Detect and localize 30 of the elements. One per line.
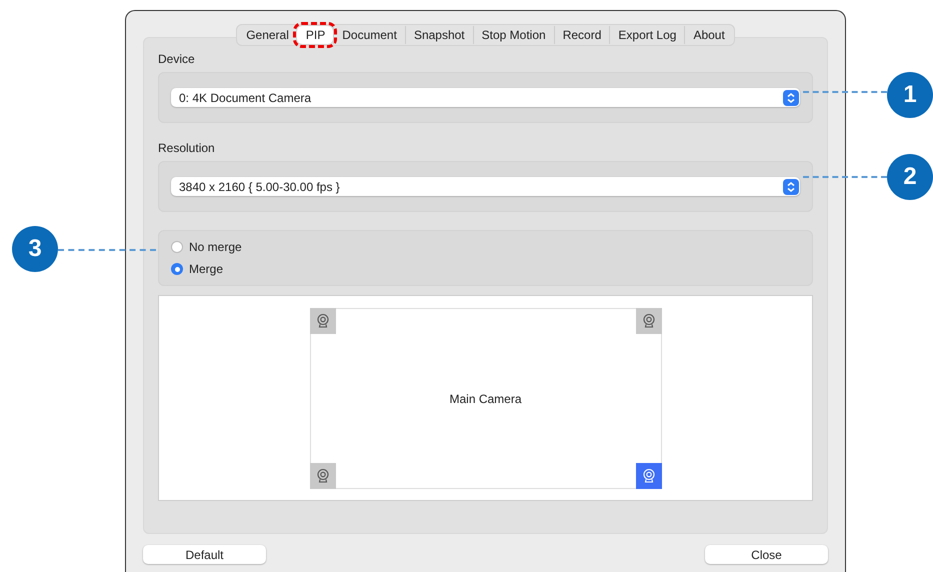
main-camera-label: Main Camera — [449, 392, 522, 406]
tab[interactable]: Document — [333, 26, 405, 44]
webcam-position-button[interactable] — [636, 308, 662, 334]
chevron-icon — [783, 178, 799, 194]
tab[interactable]: About — [684, 26, 733, 44]
radio-button[interactable]: Merge — [171, 262, 800, 276]
tab[interactable]: Stop Motion — [472, 26, 554, 44]
tab[interactable]: Export Log — [609, 26, 684, 44]
tab[interactable]: Record — [554, 26, 610, 44]
callout-badge: 2 — [887, 154, 933, 200]
webcam-icon — [640, 468, 656, 484]
dropdown[interactable]: 3840 x 2160 { 5.00-30.00 fps } — [171, 177, 800, 196]
webcam-icon — [640, 313, 656, 329]
webcam-icon — [314, 313, 330, 329]
tab[interactable]: PIP — [296, 26, 334, 44]
chevron-icon — [783, 90, 799, 106]
radio-button[interactable]: No merge — [171, 240, 800, 254]
callout-badge: 1 — [887, 72, 933, 118]
webcam-position-button[interactable] — [636, 463, 662, 489]
dialog-button[interactable]: Default — [143, 545, 266, 564]
field-label: Device — [158, 52, 195, 66]
tab[interactable]: Snapshot — [404, 26, 473, 44]
field-label: Resolution — [158, 141, 215, 155]
dialog-button[interactable]: Close — [705, 545, 828, 564]
callout-badge: 3 — [12, 226, 58, 272]
webcam-icon — [314, 468, 330, 484]
dropdown[interactable]: 0: 4K Document Camera — [171, 88, 800, 107]
tab[interactable]: General — [238, 26, 297, 44]
webcam-position-button[interactable] — [310, 463, 336, 489]
webcam-position-button[interactable] — [310, 308, 336, 334]
